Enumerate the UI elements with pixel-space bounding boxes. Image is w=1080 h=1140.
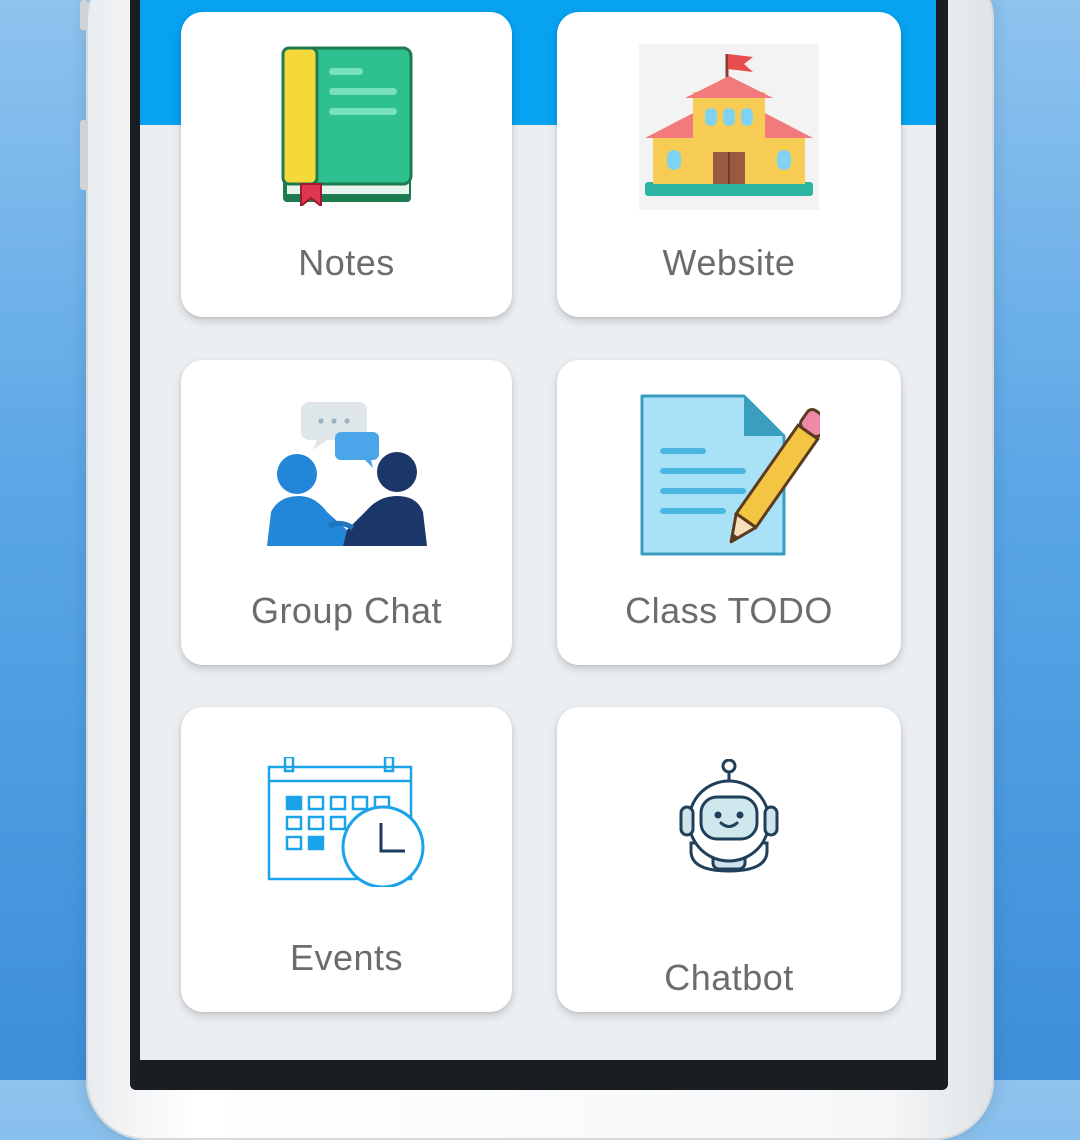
website-tile[interactable]: Website xyxy=(557,12,901,317)
class-todo-tile[interactable]: Class TODO xyxy=(557,360,901,665)
school-icon xyxy=(639,44,819,210)
book-icon xyxy=(281,46,412,206)
class-todo-label: Class TODO xyxy=(625,590,833,631)
notes-tile[interactable]: Notes xyxy=(181,12,512,317)
phone-side-button xyxy=(80,0,88,30)
chatbot-tile[interactable]: Chatbot xyxy=(557,707,901,1012)
todo-document-icon xyxy=(640,394,820,556)
calendar-clock-icon xyxy=(267,757,424,887)
website-label: Website xyxy=(662,242,796,283)
app-screen: Notes Website Group Chat Class TODO Even… xyxy=(140,0,936,1060)
notes-label: Notes xyxy=(298,242,395,283)
robot-icon xyxy=(679,759,779,873)
group-chat-label: Group Chat xyxy=(250,590,443,631)
events-label: Events xyxy=(289,937,404,978)
group-chat-tile[interactable]: Group Chat xyxy=(181,360,512,665)
feature-grid: Notes Website Group Chat Class TODO Even… xyxy=(181,12,901,1022)
group-chat-icon xyxy=(266,402,427,546)
chatbot-label: Chatbot xyxy=(664,957,794,998)
phone-volume-button xyxy=(80,120,88,190)
events-tile[interactable]: Events xyxy=(181,707,512,1012)
